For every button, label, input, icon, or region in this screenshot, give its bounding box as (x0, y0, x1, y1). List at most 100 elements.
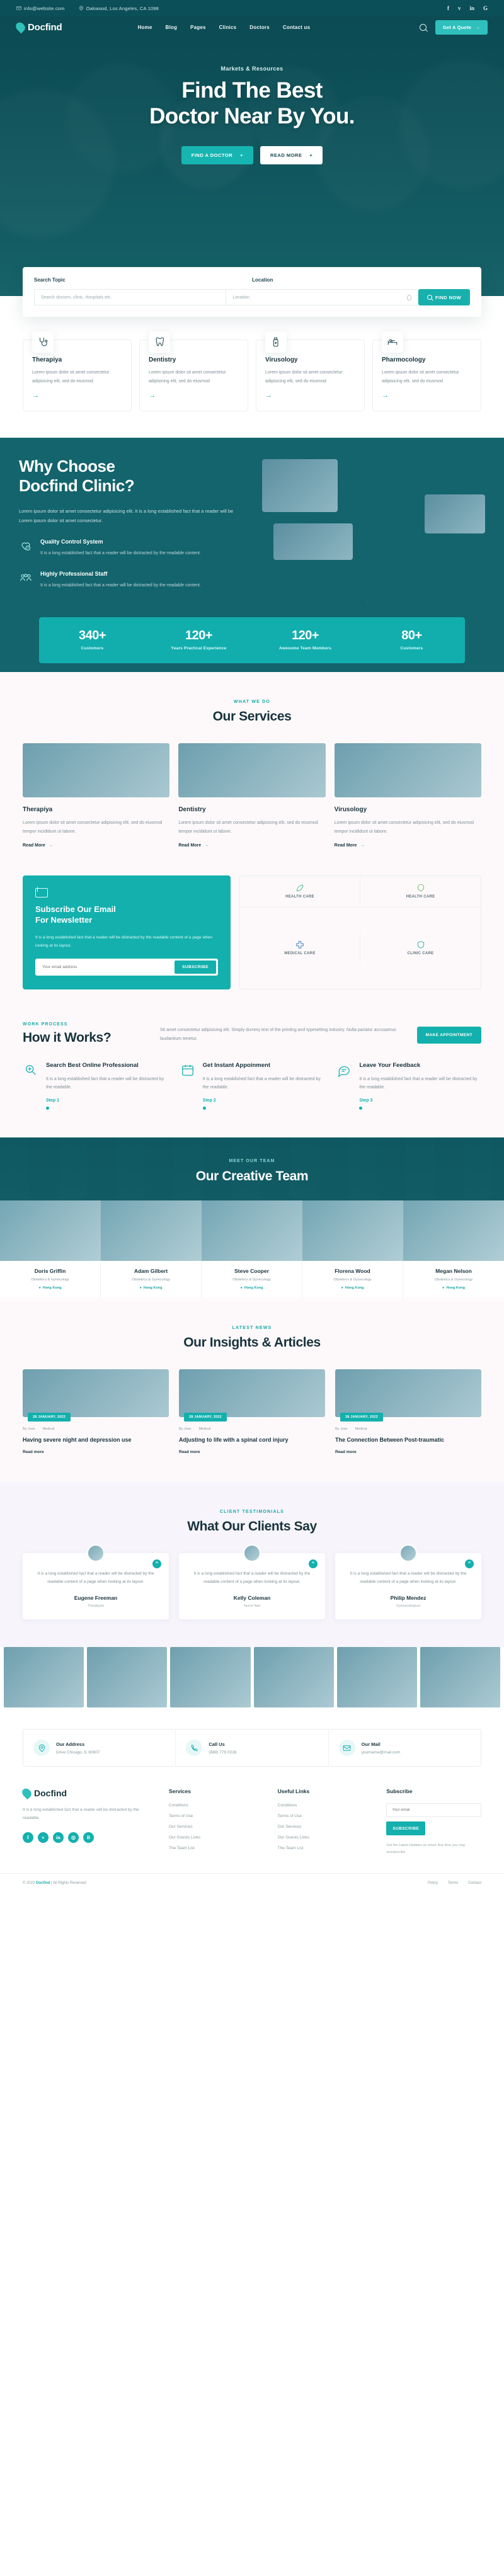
blog-card[interactable]: 28 JANUARY, 2022 By Jose Medical Having s… (23, 1369, 169, 1454)
team-members: Doris Griffin Obstetrics & Gynecology ● H… (0, 1200, 504, 1298)
behance-icon[interactable]: B (83, 1832, 94, 1844)
footer-email-input[interactable] (386, 1803, 482, 1818)
service-card[interactable]: Therapiya Lorem ipsum dolor sit amet con… (23, 743, 170, 848)
search-location-label: Location (252, 277, 273, 283)
specialty-card[interactable]: Pharmocology Lorem ipsum dolor sit amet … (372, 331, 481, 412)
facebook-icon[interactable]: f (23, 1832, 33, 1844)
nav-item-blog[interactable]: Blog (165, 25, 177, 30)
specialty-title: Virusology (265, 356, 298, 363)
arrow-right-icon[interactable]: → (265, 392, 355, 399)
nav-item-clinics[interactable]: Clinics (219, 25, 237, 30)
why-feature: Quality Control System It is a long esta… (19, 539, 246, 558)
team-member[interactable]: Megan Nelson Obstetrics & Gynecology ● Ho… (403, 1200, 504, 1298)
contact-label: Our Address (56, 1741, 85, 1747)
service-read-more[interactable]: Read More → (335, 843, 481, 848)
specialty-cards: Therapiya Lorem ipsum dolor sit amet con… (0, 317, 504, 438)
nav-item-pages[interactable]: Pages (190, 25, 206, 30)
topbar-address[interactable]: Oakwood, Los Angeles, CA 1098 (79, 6, 159, 11)
footer-link[interactable]: Our Guests Links (278, 1835, 373, 1840)
find-now-button[interactable]: FIND NOW (418, 289, 470, 305)
topbar-email[interactable]: info@website.com (16, 6, 65, 11)
footer-bottom-link-contact[interactable]: Contact (468, 1881, 481, 1885)
footer-subscribe-button[interactable]: SUBSCRIBE (386, 1821, 426, 1836)
get-a-quote-button[interactable]: Get A Quote → (435, 20, 488, 35)
leaf-icon (296, 885, 304, 892)
specialty-card[interactable]: Virusology Lorem ipsum dolor sit amet co… (256, 331, 365, 412)
footer-link[interactable]: Terms of Use (169, 1814, 264, 1818)
instagram-icon[interactable]: ◎ (68, 1832, 79, 1844)
nav-item-doctors[interactable]: Doctors (249, 25, 270, 30)
hero-kicker: Markets & Resources (220, 66, 284, 72)
search-topic-input[interactable]: Search doctors, clinic, Hospitals etc. (34, 289, 227, 305)
testimonial-name: Eugene Freeman (74, 1595, 118, 1602)
footer-link[interactable]: Our Services (278, 1825, 373, 1829)
testimonials-heading: What Our Clients Say (187, 1519, 317, 1534)
footer-bottom-link-terms[interactable]: Terms (448, 1881, 458, 1885)
team-member[interactable]: Steve Cooper Obstetrics & Gynecology ● Ho… (202, 1200, 302, 1298)
footer-link[interactable]: Terms of Use (278, 1814, 373, 1818)
footer-subscribe-note: Get the Latest Updates so email. Any tim… (386, 1844, 466, 1854)
hero-title: Find The Best Doctor Near By You. (0, 78, 504, 130)
newsletter-email-input[interactable] (37, 964, 175, 969)
facebook-icon[interactable]: f (447, 5, 449, 11)
team-member[interactable]: Florena Wood Obstetrics & Gynecology ● Ho… (302, 1200, 403, 1298)
blog-read-more[interactable]: Read more (335, 1450, 481, 1454)
blog-card[interactable]: 28 JANUARY, 2022 By Jose Medical The Conn… (335, 1369, 481, 1454)
footer-logo[interactable]: Docfind (20, 1787, 155, 1800)
service-card[interactable]: Virusology Lorem ipsum dolor sit amet co… (334, 743, 481, 848)
search-icon[interactable] (419, 23, 427, 31)
blog-read-more[interactable]: Read more (23, 1450, 169, 1454)
twitter-icon[interactable]: ᴠ (458, 5, 461, 11)
google-icon[interactable]: G (483, 5, 488, 11)
quote-icon: ” (465, 1559, 474, 1569)
why-choose-text: Why Choose Docfind Clinic? Lorem ipsum d… (19, 457, 246, 590)
blog-date: 28 JANUARY, 2022 (28, 1412, 71, 1422)
twitter-icon[interactable]: ᴠ (38, 1832, 49, 1844)
avatar (243, 1544, 261, 1563)
nav-item-contact-us[interactable]: Contact us (283, 25, 310, 30)
footer-link[interactable]: The Team List (169, 1846, 264, 1850)
how-heading: How it Works? (23, 1030, 112, 1045)
find-a-doctor-label: FIND A DOCTOR (191, 152, 233, 158)
how-step-title: Leave Your Feedback (359, 1061, 421, 1069)
map-pin-icon (406, 294, 411, 300)
service-read-more[interactable]: Read More → (178, 843, 325, 848)
team-member[interactable]: Doris Griffin Obstetrics & Gynecology ● H… (0, 1200, 101, 1298)
linkedin-icon[interactable]: in (469, 5, 474, 11)
team-member[interactable]: Adam Gilbert Obstetrics & Gynecology ● Ho… (101, 1200, 202, 1298)
avatar (399, 1544, 417, 1563)
make-appointment-button[interactable]: MAKE APPOINTMENT (416, 1026, 481, 1044)
read-more-button[interactable]: READ MORE + (260, 145, 323, 164)
footer-bottom-link-policy[interactable]: Policy (428, 1881, 438, 1885)
service-card[interactable]: Dentistry Lorem ipsum dolor sit amet con… (178, 743, 326, 848)
footer-link[interactable]: Our Services (169, 1825, 264, 1829)
search-location-input[interactable]: Location (226, 289, 418, 305)
map-pin-icon: ● (341, 1285, 343, 1290)
newsletter-card: Subscribe Our Email For Newsletter It is… (23, 875, 231, 989)
arrow-right-icon[interactable]: → (32, 392, 122, 399)
specialty-card[interactable]: Dentistry Lorem ipsum dolor sit amet con… (139, 331, 248, 412)
how-step-text: It is a long established fact that a rea… (46, 1076, 164, 1090)
nav-item-home[interactable]: Home (137, 25, 152, 30)
site-logo[interactable]: Docfind (14, 20, 62, 34)
blog-read-more[interactable]: Read more (179, 1450, 325, 1454)
footer-link[interactable]: Conditions (278, 1803, 373, 1808)
specialty-card[interactable]: Therapiya Lorem ipsum dolor sit amet con… (23, 331, 132, 412)
blog-card[interactable]: 28 JANUARY, 2022 By Jose Medical Adjustin… (179, 1369, 325, 1454)
gallery-image (4, 1647, 84, 1708)
topbar-address-text: Oakwood, Los Angeles, CA 1098 (86, 5, 159, 11)
footer-link[interactable]: Our Guests Links (169, 1835, 264, 1840)
arrow-right-icon[interactable]: → (382, 392, 472, 399)
why-choose-inner: Why Choose Docfind Clinic? Lorem ipsum d… (19, 457, 485, 590)
newsletter-subscribe-button[interactable]: SUBSCRIBE (175, 960, 216, 974)
linkedin-icon[interactable]: in (53, 1832, 64, 1844)
contact-label: Our Mail (361, 1741, 381, 1747)
footer-link[interactable]: Conditions (169, 1803, 264, 1808)
footer-link[interactable]: The Team List (278, 1846, 373, 1850)
find-a-doctor-button[interactable]: FIND A DOCTOR + (181, 145, 254, 164)
specialty-title: Dentistry (149, 356, 176, 363)
hero-buttons: FIND A DOCTOR + READ MORE + (0, 145, 504, 164)
arrow-right-icon[interactable]: → (149, 392, 239, 399)
service-read-more[interactable]: Read More → (23, 843, 169, 848)
hero-title-line-2: Doctor Near By You. (149, 103, 355, 128)
